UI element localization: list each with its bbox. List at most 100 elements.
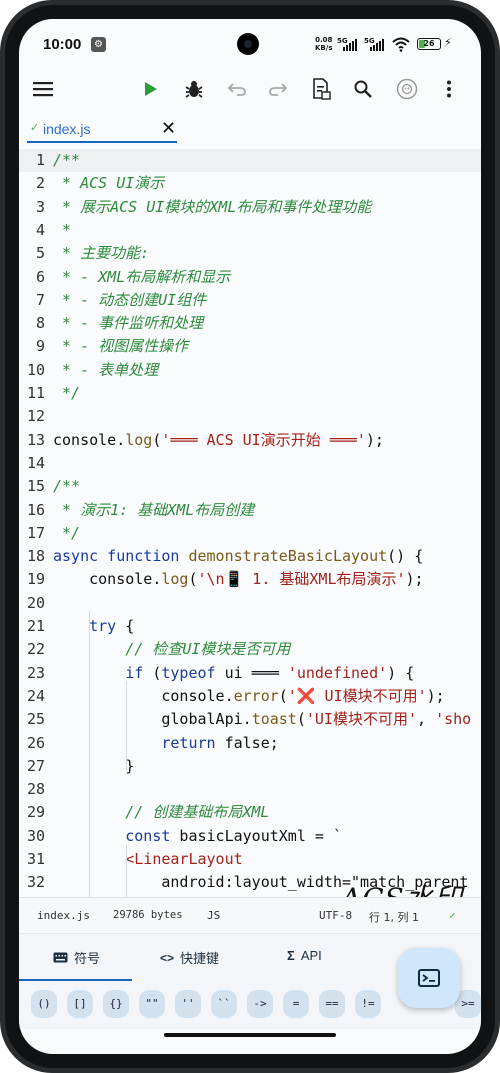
status-check-icon: ✓ [449, 909, 456, 922]
terminal-button[interactable] [398, 948, 460, 1008]
symbol-key[interactable]: "" [139, 990, 165, 1018]
code-text: * - 视图属性操作 [53, 335, 188, 358]
code-line[interactable]: 2 * ACS UI演示 [19, 172, 481, 195]
more-icon[interactable] [431, 71, 467, 107]
code-text: * ACS UI演示 [53, 172, 164, 195]
code-token: /** [53, 151, 81, 169]
code-token: * 展示ACS UI模块的XML布局和事件处理功能 [53, 197, 372, 216]
close-icon[interactable]: ✕ [161, 118, 176, 139]
code-token: * - 动态创建UI组件 [53, 290, 207, 309]
code-line[interactable]: 6 * - XML布局解析和显示 [19, 266, 481, 289]
tab-symbols[interactable]: 符号 [53, 948, 100, 967]
code-text: // 创建基础布局XML [53, 801, 269, 824]
code-token: () { [387, 547, 424, 566]
tab-api[interactable]: Σ API [287, 948, 322, 963]
front-camera [237, 33, 259, 55]
line-number: 7 [35, 290, 45, 309]
code-line[interactable]: 13 console.log('═══ ACS UI演示开始 ═══'); [19, 429, 481, 452]
code-token: console. [53, 570, 162, 589]
code-line[interactable]: 17 */ [19, 522, 481, 545]
menu-icon[interactable] [25, 71, 61, 107]
symbol-key[interactable]: {} [103, 990, 129, 1018]
file-info-icon[interactable] [303, 71, 339, 107]
wrench-icon: ⚙ [91, 37, 106, 52]
line-number: 27 [26, 756, 45, 775]
signal-bars-1-icon [343, 39, 357, 51]
code-line[interactable]: 10 * - 表单处理 [19, 359, 481, 382]
code-text: * 展示ACS UI模块的XML布局和事件处理功能 [53, 196, 371, 219]
code-line[interactable]: 4 * [19, 219, 481, 242]
code-line[interactable]: 5 * 主要功能: [19, 242, 481, 265]
code-token: ui ═══ [215, 663, 288, 682]
symbol-key[interactable]: == [319, 990, 345, 1018]
code-token: console. [53, 686, 234, 705]
code-token: globalApi. [53, 710, 252, 729]
screen: 10:00 ⚙ 0.08 KB/s 5G 5G 26 ⚡ ✓ index.js … [19, 19, 481, 1054]
code-line[interactable]: 12 [19, 405, 481, 428]
tab-shortcuts[interactable]: <> 快捷键 [160, 948, 219, 967]
symbol-key[interactable]: [] [67, 990, 93, 1018]
status-time: 10:00 [43, 36, 82, 53]
line-number: 31 [26, 850, 45, 868]
code-line[interactable]: 11 */ [19, 382, 481, 405]
code-token: * - XML布局解析和显示 [53, 267, 231, 286]
line-number: 16 [26, 500, 45, 519]
code-token: const [53, 826, 171, 845]
line-number: 13 [26, 430, 45, 449]
line-number: 32 [26, 873, 45, 892]
code-line[interactable]: 9 * - 视图属性操作 [19, 335, 481, 358]
code-line[interactable]: 18 async function demonstrateBasicLayout(… [19, 545, 481, 568]
ai-icon[interactable] [389, 71, 425, 107]
search-icon[interactable] [345, 71, 381, 107]
code-line[interactable]: 19 console.log('\n📱 1. 基础XML布局演示'); [19, 568, 481, 591]
code-text: const basicLayoutXml = ` [53, 825, 342, 848]
redo-icon[interactable] [260, 71, 296, 107]
code-text: /** [53, 149, 80, 172]
symbol-key[interactable]: -> [247, 990, 273, 1018]
line-number: 4 [35, 220, 45, 239]
line-number: 10 [26, 360, 45, 379]
code-text: async function demonstrateBasicLayout() … [53, 545, 423, 568]
tab-symbols-label: 符号 [74, 951, 101, 966]
symbol-key[interactable]: '' [175, 990, 201, 1018]
symbol-key[interactable]: `` [211, 990, 237, 1018]
line-number: 30 [26, 826, 45, 845]
code-line[interactable]: 16 * 演示1: 基础XML布局创建 [19, 499, 481, 522]
debug-icon[interactable] [176, 71, 212, 107]
symbol-key[interactable]: != [355, 990, 381, 1018]
line-number: 11 [26, 384, 45, 402]
tab-shortcuts-label: 快捷键 [180, 951, 220, 966]
line-number: 18 [26, 547, 45, 566]
run-icon[interactable] [133, 71, 169, 107]
code-line[interactable]: 3 * 展示ACS UI模块的XML布局和事件处理功能 [19, 196, 481, 219]
line-number: 3 [35, 197, 45, 216]
code-line[interactable]: 7 * - 动态创建UI组件 [19, 289, 481, 312]
code-token: { [116, 617, 135, 635]
code-text: console.log('\n📱 1. 基础XML布局演示'); [53, 568, 423, 591]
code-text: try { [53, 615, 134, 638]
code-token: false; [215, 733, 279, 752]
code-token: */ [53, 384, 81, 402]
code-token: 'UI模块不可用' [305, 710, 417, 729]
code-token: * ACS UI演示 [53, 174, 165, 193]
code-line[interactable]: 1 /** [19, 149, 481, 173]
code-token: async function [53, 547, 189, 566]
code-line[interactable]: 15 /** [19, 475, 481, 498]
symbol-key[interactable]: = [283, 990, 309, 1018]
code-token: * [53, 220, 72, 239]
code-token: */ [53, 523, 81, 542]
line-number: 28 [26, 780, 45, 799]
code-editor[interactable]: 32 android:layout_width="match_parent 31 … [19, 145, 481, 897]
tab-indicator [27, 141, 177, 143]
undo-icon[interactable] [219, 71, 255, 107]
info-file-name: index.js [37, 909, 90, 922]
status-bar: 10:00 ⚙ 0.08 KB/s 5G 5G 26 ⚡ [19, 19, 481, 65]
code-line[interactable]: 8 * - 事件监听和处理 [19, 312, 481, 335]
code-line[interactable]: 14 [19, 452, 481, 475]
code-text: /** [53, 475, 80, 498]
code-token: error [233, 686, 279, 705]
code-token: // 创建基础布局XML [53, 803, 270, 822]
symbol-key[interactable]: () [31, 990, 57, 1018]
indent-guide [126, 845, 127, 897]
code-token: /** [53, 477, 81, 496]
